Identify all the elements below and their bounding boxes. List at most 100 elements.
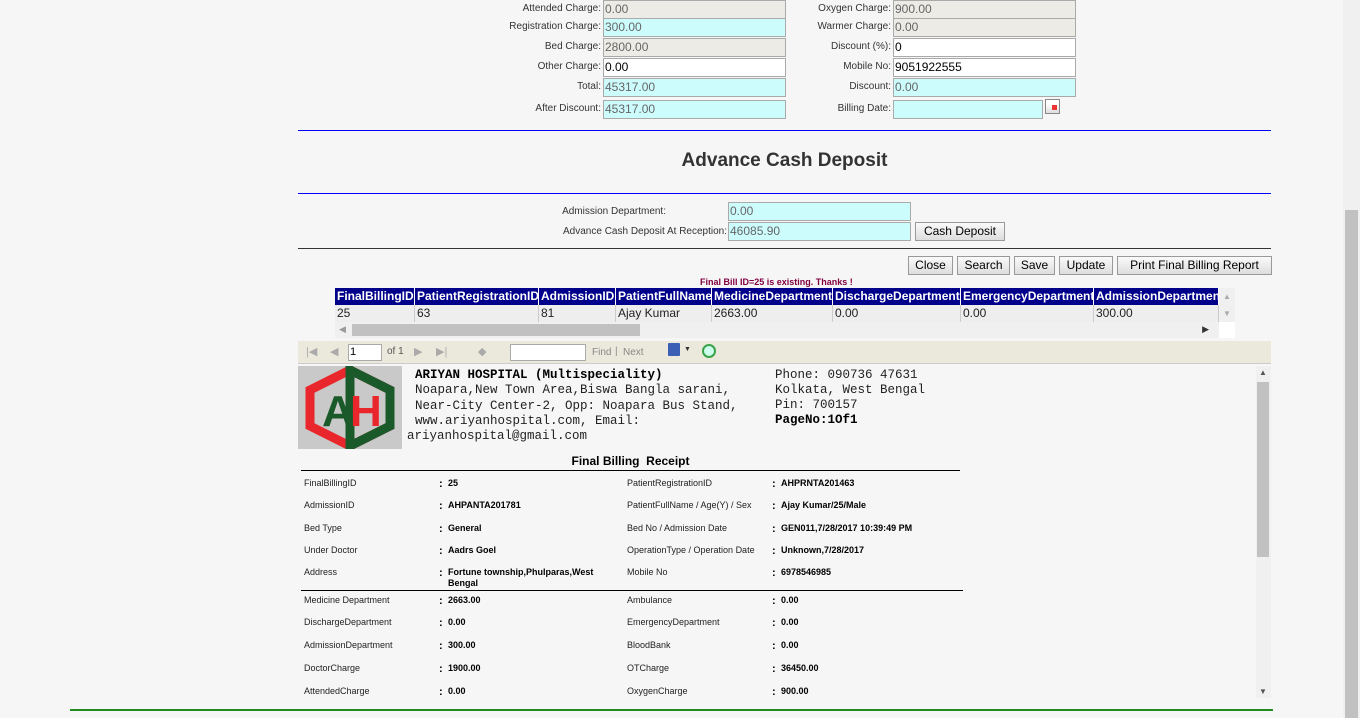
back-icon[interactable]: ◆: [478, 345, 486, 358]
detail-value: 0.00: [781, 595, 799, 605]
page-no: PageNo:1Of1: [775, 413, 858, 427]
charge-input[interactable]: 0.00: [893, 78, 1076, 97]
close-button[interactable]: Close: [908, 256, 953, 275]
detail-value: 0.00: [448, 617, 466, 627]
detail-label: PatientRegistrationID: [627, 478, 713, 488]
detail-value: 36450.00: [781, 663, 819, 673]
detail-value: General: [448, 523, 482, 533]
detail-label: AdmissionDepartment: [304, 640, 393, 650]
detail-label: BloodBank: [627, 640, 671, 650]
charge-input[interactable]: 9051922555: [893, 58, 1076, 77]
grid-column-header[interactable]: MedicineDepartment: [712, 288, 833, 305]
find-input[interactable]: [510, 344, 586, 361]
grid-row: 25 63 81 Ajay Kumar 2663.00 0.00 0.00 300.00: [335, 305, 1219, 322]
refresh-icon[interactable]: [702, 344, 716, 358]
detail-value: 25: [448, 478, 459, 488]
print-report-button[interactable]: Print Final Billing Report: [1117, 256, 1272, 275]
detail-value: 900.00: [781, 686, 809, 696]
search-button[interactable]: Search: [957, 256, 1010, 275]
svg-text:A: A: [322, 387, 354, 436]
detail-value: 300.00: [448, 640, 476, 650]
update-button[interactable]: Update: [1059, 256, 1113, 275]
detail-value: AHPRNTA201463: [781, 478, 855, 488]
grid-vscroll[interactable]: ▲ ▼: [1219, 288, 1235, 322]
detail-label: OTCharge: [627, 663, 670, 673]
divider: [301, 590, 963, 591]
colon: :: [772, 686, 776, 698]
grid-column-header[interactable]: PatientFullName: [616, 288, 712, 305]
grid-column-header[interactable]: AdmissionDepartment: [1094, 288, 1219, 305]
divider: [298, 130, 1271, 131]
grid-hscroll[interactable]: ◀ ▶: [335, 322, 1219, 338]
charge-label: Discount:: [849, 81, 891, 92]
charge-label: Attended Charge:: [522, 3, 601, 14]
find-link[interactable]: Find: [592, 347, 611, 358]
colon: :: [439, 545, 443, 557]
footer-divider: [70, 709, 1273, 711]
advance-cash-label: Advance Cash Deposit At Reception:: [563, 226, 727, 237]
grid-column-header[interactable]: PatientRegistrationID: [415, 288, 539, 305]
grid-column-header[interactable]: EmergencyDepartment: [961, 288, 1094, 305]
status-message: Final Bill ID=25 is existing. Thanks !: [700, 277, 853, 287]
colon: :: [439, 500, 443, 512]
detail-label: Bed No / Admission Date: [627, 523, 728, 533]
detail-label: PatientFullName / Age(Y) / Sex: [627, 500, 752, 510]
grid-column-header[interactable]: DischargeDepartment: [833, 288, 961, 305]
charge-label: Warmer Charge:: [817, 21, 891, 32]
next-link[interactable]: Next: [623, 347, 644, 358]
hospital-name: ARIYAN HOSPITAL (Multispeciality): [415, 368, 663, 382]
grid-cell[interactable]: 2663.00: [712, 305, 833, 322]
colon: :: [439, 617, 443, 629]
detail-label: DischargeDepartment: [304, 617, 392, 627]
svg-text:H: H: [350, 387, 382, 436]
detail-label: FinalBillingID: [304, 478, 357, 488]
grid-cell[interactable]: 81: [539, 305, 616, 322]
first-page-icon[interactable]: |◀: [306, 345, 317, 358]
grid-column-header[interactable]: FinalBillingID: [335, 288, 415, 305]
charge-label: Oxygen Charge:: [818, 3, 891, 14]
advance-cash-input[interactable]: 46085.90: [728, 222, 911, 241]
grid-cell[interactable]: Ajay Kumar: [616, 305, 712, 322]
page-scrollbar[interactable]: [1343, 0, 1360, 718]
grid-cell[interactable]: 0.00: [961, 305, 1094, 322]
grid-cell[interactable]: 300.00: [1094, 305, 1219, 322]
charge-input[interactable]: 0: [893, 38, 1076, 57]
next-page-icon[interactable]: ▶: [414, 345, 422, 358]
report-vscroll[interactable]: ▲ ▼: [1256, 366, 1271, 698]
charge-label: After Discount:: [535, 103, 601, 114]
save-button[interactable]: Save: [1014, 256, 1055, 275]
divider: [298, 248, 1271, 249]
cash-deposit-button[interactable]: Cash Deposit: [915, 222, 1005, 241]
detail-value: Unknown,7/28/2017: [781, 545, 865, 555]
colon: :: [439, 640, 443, 652]
detail-value: Aadrs Goel: [448, 545, 497, 555]
export-dropdown-icon[interactable]: ▼: [684, 346, 691, 353]
calendar-icon[interactable]: [1045, 99, 1060, 114]
charge-label: Discount (%):: [830, 41, 891, 52]
email: ariyanhospital@gmail.com: [407, 429, 588, 443]
grid-cell[interactable]: 63: [415, 305, 539, 322]
detail-value: 1900.00: [448, 663, 481, 673]
charge-label: Registration Charge:: [509, 21, 601, 32]
export-save-icon[interactable]: [668, 343, 680, 356]
detail-label: AdmissionID: [304, 500, 355, 510]
detail-value: GEN011,7/28/2017 10:39:49 PM: [781, 523, 913, 533]
colon: :: [772, 617, 776, 629]
grid-column-header[interactable]: AdmissionID: [539, 288, 616, 305]
divider: [298, 193, 1271, 194]
colon: :: [772, 478, 776, 490]
prev-page-icon[interactable]: ◀: [330, 345, 338, 358]
detail-value: Fortune township,Phulparas,West Bengal: [448, 567, 594, 588]
detail-value: 6978546985: [781, 567, 832, 577]
charge-input[interactable]: [893, 100, 1043, 119]
last-page-icon[interactable]: ▶|: [436, 345, 447, 358]
colon: :: [439, 478, 443, 490]
admission-department-input[interactable]: 0.00: [728, 202, 911, 221]
charge-input[interactable]: 0.00: [893, 18, 1076, 37]
charge-input[interactable]: 900.00: [893, 0, 1076, 19]
address-line: www.ariyanhospital.com, Email:: [415, 414, 641, 428]
grid-cell[interactable]: 25: [335, 305, 415, 322]
page-number-input[interactable]: 1: [348, 344, 382, 361]
grid-cell[interactable]: 0.00: [833, 305, 961, 322]
page-count: of 1: [387, 346, 404, 357]
